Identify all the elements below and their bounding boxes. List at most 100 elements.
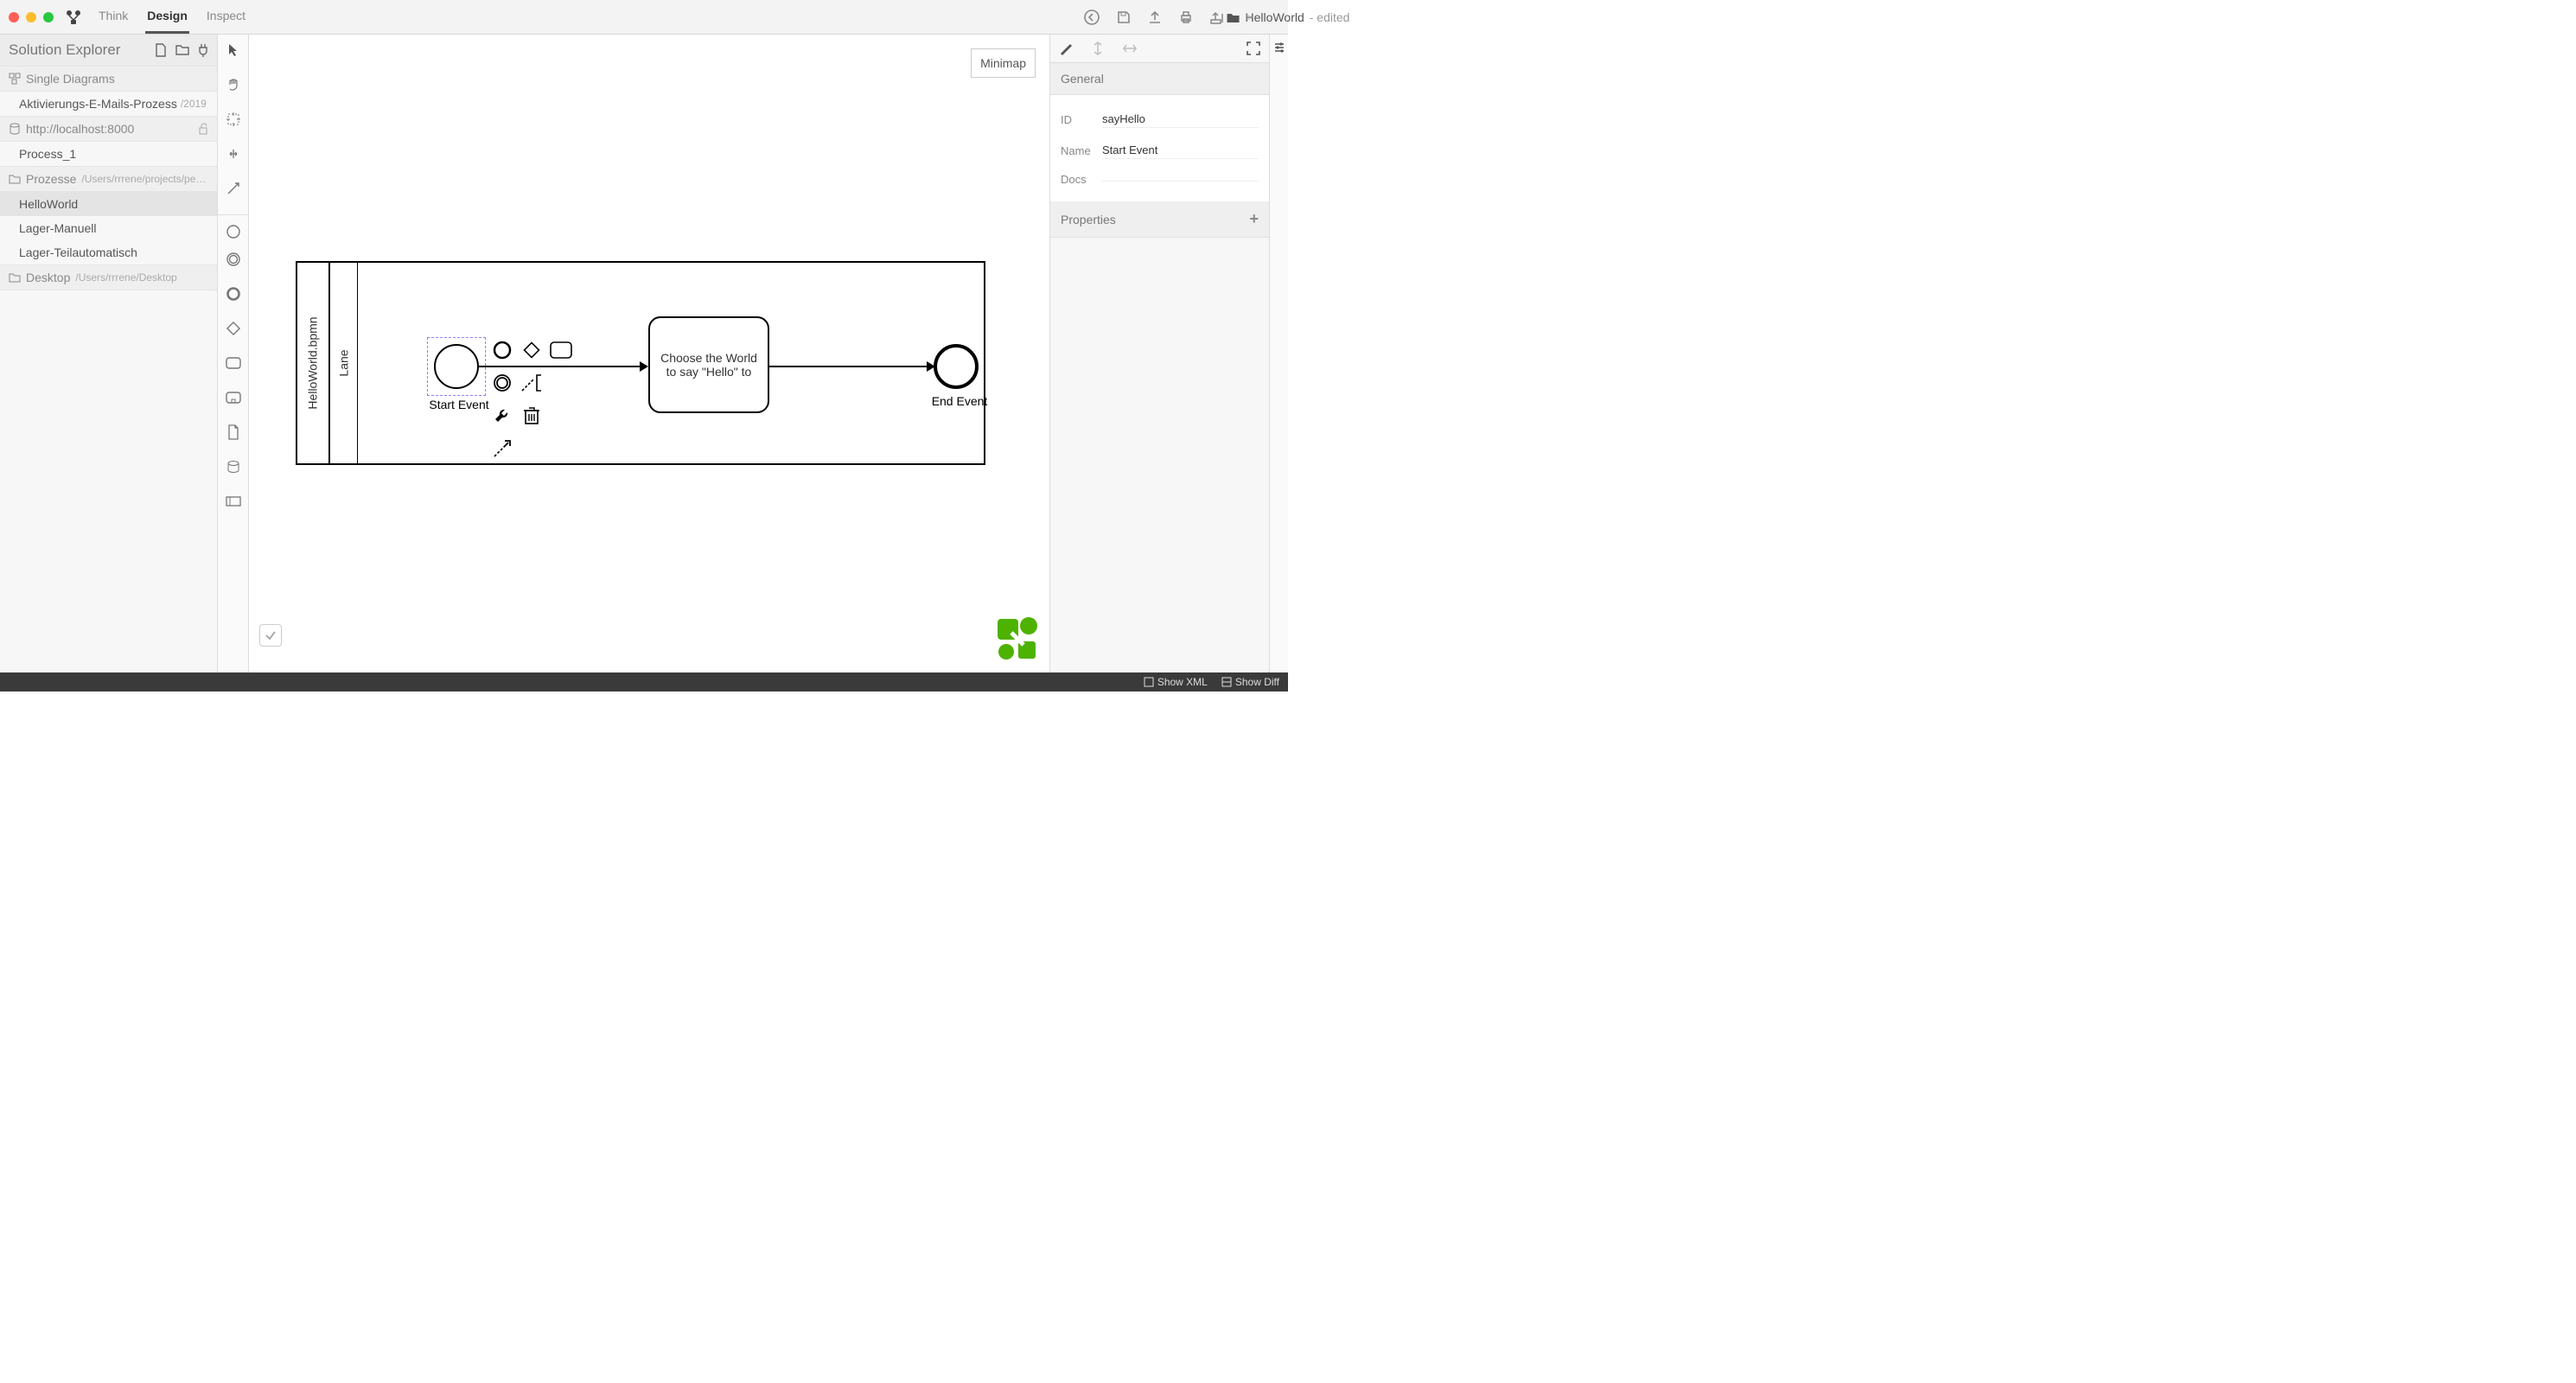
open-folder-icon[interactable] [175,43,189,57]
general-section-header[interactable]: General [1050,63,1269,95]
add-property-button[interactable]: + [1249,210,1259,228]
name-field[interactable]: Start Event [1102,142,1259,159]
subprocess-tool[interactable] [223,387,244,408]
new-file-icon[interactable] [155,43,167,57]
lane-title[interactable]: Lane [330,263,358,463]
titlebar: Think Design Inspect HelloWorld - edited [0,0,1288,35]
space-tool[interactable] [223,143,244,164]
sequence-flow-1[interactable] [479,366,641,367]
pointer-tool[interactable] [223,40,244,61]
save-button[interactable] [1117,10,1131,24]
task-node[interactable]: Choose the World to say "Hello" to [648,316,769,413]
task-tool[interactable] [223,353,244,373]
item-label: Lager-Manuell [19,221,97,235]
item-label: Aktivierungs-E-Mails-Prozess [19,97,177,111]
process-item-process1[interactable]: Process_1 [0,142,217,166]
tab-inspect[interactable]: Inspect [205,0,247,34]
process-item-lager-manuell[interactable]: Lager-Manuell [0,216,217,240]
pool-title[interactable]: HelloWorld.bpmn [297,263,330,463]
ctx-task-icon[interactable] [550,339,572,361]
bpmn-pool[interactable]: HelloWorld.bpmn Lane Start Event [296,261,985,465]
process-item-helloworld[interactable]: HelloWorld [0,192,217,216]
section-prozesse[interactable]: Prozesse /Users/rrrene/projects/pe… [0,166,217,192]
start-event-tool[interactable] [218,214,248,235]
back-button[interactable] [1084,10,1100,25]
start-event-node[interactable] [434,344,479,389]
general-section-body: IDsayHello NameStart Event Docs [1050,95,1269,201]
section-desktop[interactable]: Desktop /Users/rrrene/Desktop [0,264,217,290]
sequence-flow-2[interactable] [769,366,928,367]
show-xml-button[interactable]: Show XML [1144,676,1208,688]
ctx-wrench-icon[interactable] [491,405,513,427]
ctx-end-event-icon[interactable] [491,372,513,394]
name-label: Name [1061,144,1102,157]
id-field[interactable]: sayHello [1102,111,1259,128]
folder-icon [9,272,21,283]
data-object-tool[interactable] [223,422,244,443]
ctx-intermediate-event-icon[interactable] [491,339,513,361]
section-label: Single Diagrams [26,72,115,86]
run-dropdown[interactable] [1272,14,1279,21]
section-path: /Users/rrrene/Desktop [75,271,176,284]
diagrams-icon [9,73,21,85]
validation-ok-icon[interactable] [259,624,282,647]
align-horizontal-icon[interactable] [1123,42,1137,54]
diagram-item-aktivierung[interactable]: Aktivierungs-E-Mails-Prozess /2019 [0,92,217,116]
connect-tool[interactable] [223,178,244,199]
ctx-annotation-icon[interactable] [520,372,543,394]
show-xml-label: Show XML [1157,676,1208,688]
ctx-connect-icon[interactable] [491,437,513,460]
data-store-tool[interactable] [223,456,244,477]
title-actions [1084,10,1279,25]
print-button[interactable] [1179,10,1193,24]
close-window-button[interactable] [9,12,19,22]
fullscreen-icon[interactable] [1247,41,1260,55]
export-button[interactable] [1148,10,1162,24]
tab-design[interactable]: Design [145,0,189,34]
hand-tool[interactable] [223,74,244,95]
section-single-diagrams[interactable]: Single Diagrams [0,66,217,92]
arrowhead-icon [640,361,648,372]
highlighter-icon[interactable] [1059,41,1073,55]
window-controls [9,12,54,22]
properties-section-header[interactable]: Properties + [1050,201,1269,238]
end-event-tool[interactable] [223,284,244,304]
tool-palette [218,35,249,672]
properties-panel: General IDsayHello NameStart Event Docs … [1049,35,1269,672]
section-localhost[interactable]: http://localhost:8000 [0,116,217,142]
context-pad-row1 [491,339,572,361]
context-pad-row3 [491,405,543,427]
minimize-window-button[interactable] [26,12,36,22]
process-item-lager-teil[interactable]: Lager-Teilautomatisch [0,240,217,264]
database-icon [9,123,21,135]
item-label: Process_1 [19,147,76,161]
lasso-tool[interactable] [223,109,244,130]
props-toolbar [1050,35,1269,63]
show-diff-button[interactable]: Show Diff [1221,676,1279,688]
run-button[interactable] [1243,11,1255,23]
align-vertical-icon[interactable] [1092,41,1104,55]
intermediate-event-tool[interactable] [223,249,244,270]
docs-field[interactable] [1102,177,1259,182]
id-label: ID [1061,113,1102,126]
panel-settings-button[interactable] [1269,35,1288,672]
deploy-button[interactable] [1210,10,1226,24]
minimap-toggle[interactable]: Minimap [971,48,1036,78]
app-logo-icon [66,10,81,25]
unlock-icon[interactable] [198,123,208,135]
plug-icon[interactable] [198,43,208,57]
docs-label: Docs [1061,173,1102,186]
context-pad-row2 [491,372,543,394]
tab-think[interactable]: Think [97,0,130,34]
section-label: http://localhost:8000 [26,122,134,136]
diagram-canvas[interactable]: Minimap HelloWorld.bpmn Lane Start Event [249,35,1049,672]
pool-tool[interactable] [223,491,244,512]
lane-title-text: Lane [337,349,351,376]
bpmn-io-logo [994,615,1039,660]
item-label: HelloWorld [19,197,78,211]
maximize-window-button[interactable] [43,12,54,22]
ctx-gateway-icon[interactable] [520,339,543,361]
gateway-tool[interactable] [223,318,244,339]
ctx-delete-icon[interactable] [520,405,543,427]
end-event-node[interactable] [934,344,979,389]
